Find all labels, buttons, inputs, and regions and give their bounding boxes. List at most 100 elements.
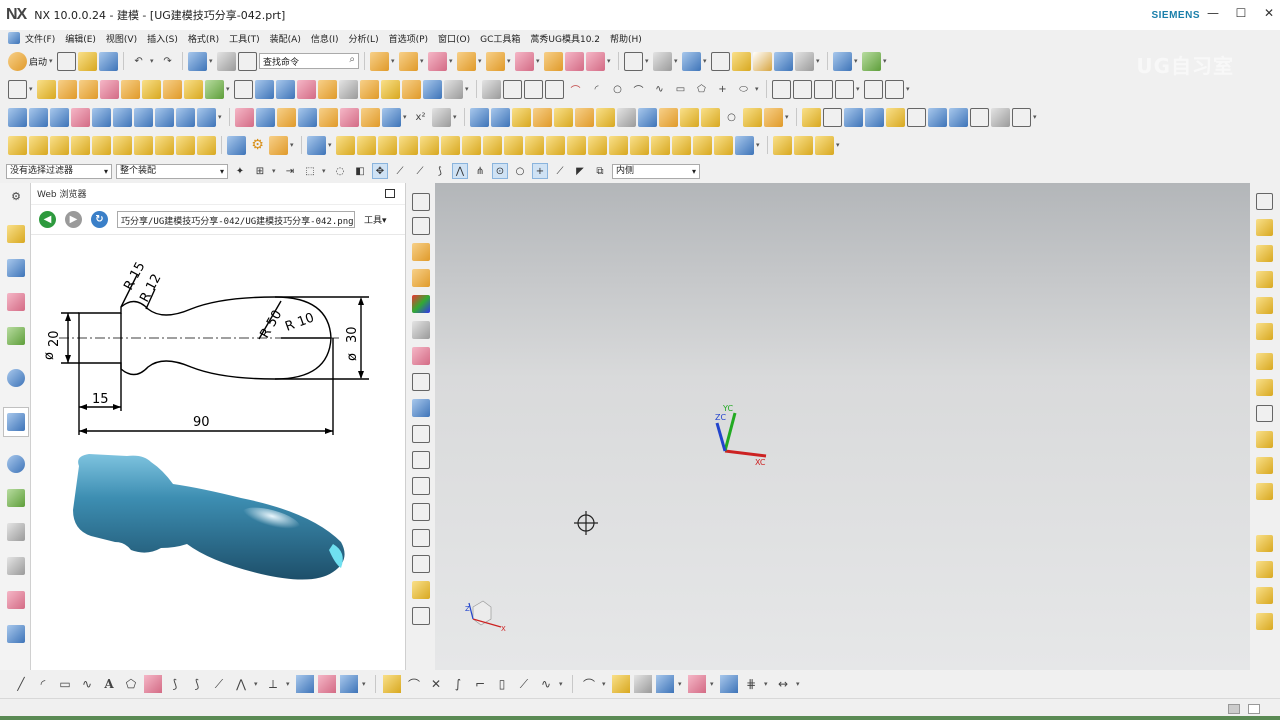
menu-analysis[interactable]: 分析(L) — [344, 32, 384, 45]
chevron-down-icon[interactable]: ▾ — [559, 680, 565, 688]
chevron-down-icon[interactable]: ▾ — [391, 57, 397, 65]
chevron-down-icon[interactable]: ▾ — [854, 57, 860, 65]
polygon-icon[interactable]: ⬠ — [122, 675, 140, 693]
redo-icon[interactable]: ↷ — [158, 52, 177, 71]
emboss-icon[interactable] — [163, 79, 182, 99]
insert-icon[interactable] — [512, 107, 531, 127]
shell-icon[interactable] — [276, 79, 295, 99]
parting-icon[interactable] — [491, 107, 510, 127]
axis-tool-icon[interactable] — [412, 555, 430, 573]
snap-quadrant-icon[interactable]: ⊙ — [492, 163, 508, 179]
trim-body-icon[interactable] — [515, 51, 535, 71]
project-curve-icon[interactable] — [835, 79, 854, 99]
minimize-button[interactable]: — — [1206, 6, 1220, 20]
chevron-down-icon[interactable]: ▾ — [478, 57, 484, 65]
tool-g-icon[interactable] — [176, 135, 195, 155]
process-studio-icon[interactable] — [7, 523, 25, 541]
pin-icon[interactable] — [441, 135, 460, 155]
constraint-navigator-icon[interactable] — [7, 259, 25, 277]
solid-body-icon[interactable]: ◧ — [352, 163, 368, 179]
deviation-icon[interactable] — [720, 675, 738, 693]
column-a-icon[interactable] — [378, 135, 397, 155]
snap-endpoint-icon[interactable]: ⟋ — [392, 163, 408, 179]
smooth-icon[interactable]: ∿ — [537, 675, 555, 693]
menu-edit[interactable]: 编辑(E) — [60, 32, 101, 45]
face-rule-select[interactable]: 内侧 ▾ — [612, 163, 700, 179]
column-b-icon[interactable] — [399, 135, 418, 155]
nail-icon[interactable] — [567, 135, 586, 155]
color-grid-icon[interactable] — [412, 295, 430, 313]
plate-icon[interactable] — [504, 135, 523, 155]
page-tool-icon[interactable] — [412, 503, 430, 521]
menu-mold-wizard[interactable]: 蒿秀UG模具10.2 — [525, 32, 605, 45]
spline-icon[interactable]: ∿ — [650, 80, 669, 99]
tool-c-icon[interactable] — [50, 135, 69, 155]
chevron-down-icon[interactable]: ▾ — [49, 57, 55, 65]
resize-blend-icon[interactable] — [545, 79, 564, 99]
chevron-down-icon[interactable]: ▾ — [755, 85, 761, 93]
offset-curve-icon[interactable] — [814, 79, 833, 99]
wireframe-icon[interactable] — [711, 51, 731, 71]
frame-tool-icon[interactable] — [412, 373, 430, 391]
globe-icon[interactable] — [735, 135, 754, 155]
chevron-down-icon[interactable]: ▾ — [796, 680, 802, 688]
tool-p-icon[interactable] — [815, 135, 834, 155]
rtool-n-icon[interactable] — [1256, 561, 1273, 578]
mirror-icon[interactable] — [381, 79, 400, 99]
chevron-down-icon[interactable]: ▾ — [883, 57, 889, 65]
angle-tool-icon[interactable] — [412, 425, 430, 443]
select-all-icon[interactable]: ⇥ — [282, 163, 298, 179]
maximize-icon[interactable] — [385, 189, 395, 198]
swept-icon[interactable] — [361, 107, 380, 127]
tool-h-icon[interactable] — [197, 135, 216, 155]
csys-icon[interactable] — [862, 51, 882, 71]
chevron-down-icon[interactable]: ▾ — [607, 57, 613, 65]
chevron-down-icon[interactable]: ▾ — [290, 141, 296, 149]
arc-icon[interactable]: ◜ — [587, 80, 606, 99]
page-icon[interactable]: ▯ — [493, 675, 511, 693]
groove-icon[interactable] — [205, 79, 224, 99]
helix-icon[interactable]: ∫ — [449, 675, 467, 693]
join-icon[interactable]: ⟋ — [515, 675, 533, 693]
chevron-down-icon[interactable]: ▾ — [507, 57, 513, 65]
snap-arc-center-icon[interactable]: ⋔ — [472, 163, 488, 179]
chevron-down-icon[interactable]: ▾ — [209, 57, 215, 65]
selection-scope-select[interactable]: 整个装配 ▾ — [116, 163, 228, 179]
snap-point-on-curve-icon[interactable]: ○ — [512, 163, 528, 179]
grid-icon[interactable] — [92, 135, 111, 155]
tool-d-icon[interactable] — [71, 135, 90, 155]
ellipse-icon[interactable]: ⬭ — [734, 80, 753, 99]
law-extension-icon[interactable] — [298, 107, 317, 127]
clipboard-icon[interactable] — [886, 107, 905, 127]
red-block-icon[interactable] — [412, 347, 430, 365]
gear-icon[interactable]: ⚙ — [7, 187, 25, 205]
chevron-down-icon[interactable]: ▾ — [602, 680, 608, 688]
chain-icon[interactable] — [269, 135, 288, 155]
open-folder-icon[interactable] — [802, 107, 821, 127]
n-sided-surface-icon[interactable] — [113, 107, 132, 127]
start-button-label[interactable]: 启动 — [29, 55, 47, 68]
selection-box-icon[interactable]: ⬚ — [302, 163, 318, 179]
filter-icon[interactable]: ⊞ — [252, 163, 268, 179]
system-scene-icon[interactable] — [7, 625, 25, 643]
copy-tool-icon[interactable] — [412, 477, 430, 495]
tool-n-icon[interactable] — [773, 135, 792, 155]
edit-section-icon[interactable] — [732, 51, 752, 71]
chevron-down-icon[interactable]: ▾ — [322, 167, 328, 175]
chevron-down-icon[interactable]: ▾ — [453, 113, 459, 121]
bridge-curve-icon[interactable] — [885, 79, 904, 99]
gate-icon[interactable] — [638, 107, 657, 127]
rtool-j-icon[interactable] — [1256, 431, 1273, 448]
layer-tool-icon[interactable] — [412, 451, 430, 469]
tool-b-icon[interactable] — [29, 135, 48, 155]
sketch-icon[interactable] — [8, 79, 27, 99]
chevron-down-icon[interactable]: ▾ — [764, 680, 770, 688]
gear-icon[interactable]: ⚙ — [248, 136, 267, 155]
intersect-icon[interactable]: ✕ — [427, 675, 445, 693]
t-slot-icon[interactable] — [525, 135, 544, 155]
refresh-icon[interactable]: ↻ — [91, 211, 108, 228]
f8-icon[interactable] — [412, 581, 430, 599]
chevron-down-icon[interactable]: ▾ — [362, 680, 368, 688]
chevron-down-icon[interactable]: ▾ — [226, 85, 232, 93]
distance-icon[interactable]: ↔ — [774, 675, 792, 693]
